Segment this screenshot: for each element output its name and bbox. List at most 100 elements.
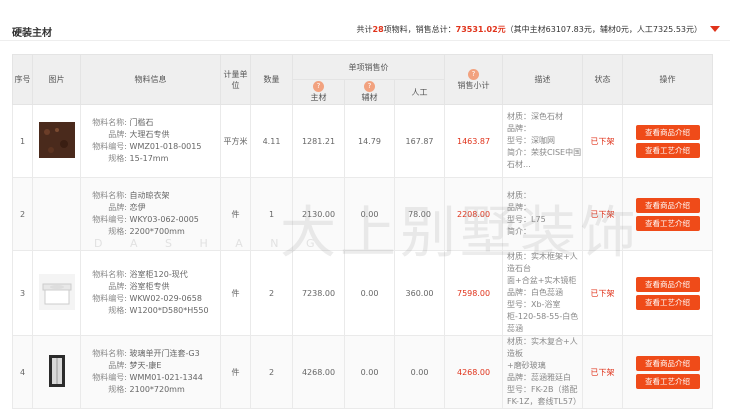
cell-aux: 0.00	[344, 335, 395, 409]
cell-status: 已下架	[582, 104, 624, 178]
view-process-button[interactable]: 查看工艺介绍	[635, 294, 700, 310]
col-qty: 数量	[250, 54, 293, 105]
desc-line: 型号：Xb-浴室柜-120-58-55-白色蕊涵	[507, 300, 579, 333]
cell-unit: 件	[220, 250, 251, 336]
cell-aux: 14.79	[344, 104, 395, 178]
label-name: 物料名称:	[92, 349, 127, 358]
desc-line: 型号：L75	[507, 215, 546, 224]
cell-info: 物料名称: 浴室柜120-现代 品牌: 浴室柜专供 物料编号: WKW02-029-…	[80, 250, 221, 336]
label-brand: 品牌:	[108, 282, 127, 291]
section-header: 硬装主材 共计28项物料，销售总计：73531.02元（其中主材63107.83…	[0, 0, 730, 41]
cell-seq: 2	[12, 177, 33, 251]
col-aux-label: 辅材	[361, 93, 378, 102]
view-goods-button[interactable]: 查看商品介绍	[635, 124, 700, 140]
cell-subtotal: 7598.00	[444, 250, 504, 336]
collapse-caret-icon[interactable]	[710, 26, 720, 32]
cell-main: 4268.00	[292, 335, 345, 409]
label-name: 物料名称:	[92, 270, 127, 279]
table-row: 4 物料名称: 玻璃单开门连套-G3 品牌: 梦天-康E 物料编号: WMM01-02…	[12, 335, 714, 409]
cell-aux: 0.00	[344, 177, 395, 251]
desc-line: 品牌：蕊涵雅廷白	[507, 373, 572, 382]
col-subtotal-label: 销售小计	[457, 80, 490, 90]
summary-prefix: 共计	[356, 25, 373, 34]
cell-image	[32, 250, 81, 336]
cell-info: 物料名称: 门槛石 品牌: 大理石专供 物料编号: WMZ01-018-0015 规格…	[80, 104, 221, 178]
desc-line: 材质：深色石材	[507, 112, 564, 121]
cell-status: 已下架	[582, 177, 624, 251]
cell-labor: 167.87	[393, 104, 446, 178]
help-icon[interactable]: ?	[313, 81, 324, 92]
help-icon[interactable]: ?	[364, 81, 375, 92]
summary-mid: 项物料，销售总计：	[383, 25, 456, 34]
col-unit: 计量单位	[220, 54, 251, 105]
label-brand: 品牌:	[108, 361, 127, 370]
col-action: 操作	[622, 54, 714, 105]
cell-qty: 1	[250, 177, 293, 251]
cell-unit: 件	[220, 177, 251, 251]
cell-labor: 78.00	[393, 177, 446, 251]
sales-total: 73531.02元	[455, 25, 506, 34]
view-goods-button[interactable]: 查看商品介绍	[635, 197, 700, 213]
label-brand: 品牌:	[108, 203, 127, 212]
material-code: WMM01-021-1344	[129, 373, 203, 382]
material-name: 浴室柜120-现代	[129, 270, 188, 279]
material-brand: 恋伊	[129, 203, 146, 212]
desc-line: 品牌：	[507, 124, 532, 133]
material-spec: W1200*D580*H550	[129, 306, 209, 315]
material-code: WKY03-062-0005	[129, 215, 199, 224]
summary-text: 共计28项物料，销售总计：73531.02元（其中主材63107.83元，辅材0…	[357, 24, 703, 35]
material-brand: 浴室柜专供	[129, 282, 170, 291]
cell-actions: 查看商品介绍 查看工艺介绍	[622, 250, 714, 336]
total-breakdown: （其中主材63107.83元，辅材0元，人工7325.53元）	[505, 25, 702, 34]
desc-line: 材质：实木框架+人造石台	[507, 252, 578, 273]
desc-line: 型号：深咖网	[507, 136, 556, 145]
desc-line: 简介：	[507, 227, 532, 236]
col-info: 物料信息	[80, 54, 221, 105]
desc-line: 简介：荣获CISE中国石材...	[507, 148, 582, 169]
desc-line: +磨砂玻璃	[507, 361, 546, 370]
view-process-button[interactable]: 查看工艺介绍	[635, 142, 700, 158]
col-desc: 描述	[502, 54, 584, 105]
label-spec: 规格:	[108, 306, 127, 315]
view-goods-button[interactable]: 查看商品介绍	[635, 355, 700, 371]
cell-actions: 查看商品介绍 查看工艺介绍	[622, 104, 714, 178]
col-status: 状态	[582, 54, 624, 105]
material-code: WKW02-029-0658	[129, 294, 202, 303]
view-process-button[interactable]: 查看工艺介绍	[635, 373, 700, 389]
label-code: 物料编号:	[92, 215, 127, 224]
label-code: 物料编号:	[92, 294, 127, 303]
table-row: 1 物料名称: 门槛石 品牌: 大理石专供 物料编号: WMZ01-018-0015 规…	[12, 104, 714, 178]
material-name: 玻璃单开门连套-G3	[129, 349, 200, 358]
desc-line: 品牌：白色蕊涵	[507, 288, 564, 297]
desc-line: 面+合盆+实木镜柜	[507, 276, 577, 285]
cell-image	[32, 177, 81, 251]
cell-status: 已下架	[582, 335, 624, 409]
section-title: 硬装主材	[12, 28, 52, 39]
cell-desc: 材质：深色石材 品牌： 型号：深咖网简介：荣获CISE中国石材...	[502, 104, 584, 178]
cell-qty: 2	[250, 335, 293, 409]
cell-qty: 4.11	[250, 104, 293, 178]
material-spec: 15-17mm	[129, 154, 169, 163]
label-code: 物料编号:	[92, 373, 127, 382]
table-row: 3 物料名称: 浴室柜120-现代 品牌: 浴室柜专供 物料编号: WKW02-029…	[12, 250, 714, 336]
col-unit-price: 单项销售价	[291, 54, 446, 80]
material-brand: 大理石专供	[129, 130, 170, 139]
cell-labor: 0.00	[393, 335, 446, 409]
cell-subtotal: 4268.00	[444, 335, 504, 409]
cell-actions: 查看商品介绍 查看工艺介绍	[622, 177, 714, 251]
cell-aux: 0.00	[344, 250, 395, 336]
cell-desc: 材质：实木复合+人造板 +磨砂玻璃 品牌：蕊涵雅廷白 型号：FK-2B（搭配FK-1Z…	[502, 335, 584, 409]
help-icon[interactable]: ?	[468, 68, 480, 80]
label-name: 物料名称:	[92, 191, 127, 200]
cell-main: 2130.00	[292, 177, 345, 251]
view-goods-button[interactable]: 查看商品介绍	[635, 276, 700, 292]
cell-qty: 2	[250, 250, 293, 336]
col-subtotal: ? 销售小计	[444, 54, 504, 105]
material-name: 自动晾衣架	[129, 191, 170, 200]
cabinet-thumbnail	[38, 274, 75, 310]
view-process-button[interactable]: 查看工艺介绍	[635, 215, 700, 231]
material-brand: 梦天-康E	[129, 361, 162, 370]
desc-line: 品牌：	[507, 203, 532, 212]
label-spec: 规格:	[108, 154, 127, 163]
material-name: 门槛石	[129, 118, 154, 127]
